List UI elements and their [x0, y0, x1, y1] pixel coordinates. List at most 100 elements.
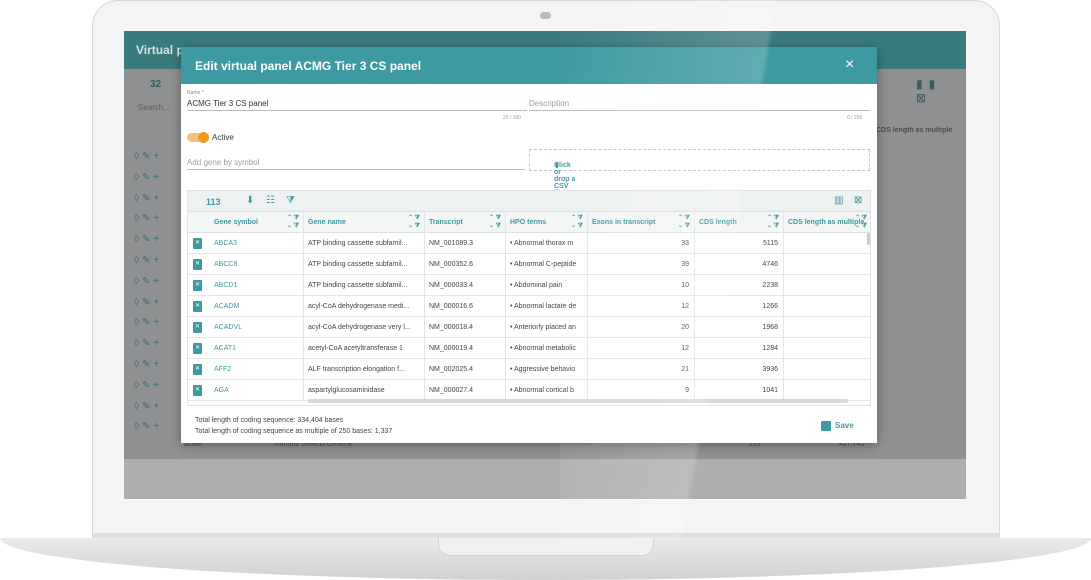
add-gene-input[interactable]: Add gene by symbol — [187, 158, 260, 167]
cell-cds-multiple — [784, 254, 870, 275]
save-button[interactable]: Save — [821, 421, 854, 431]
delete-icon[interactable]: ✕ — [193, 385, 202, 396]
active-toggle[interactable] — [187, 132, 209, 143]
table-row[interactable]: ✕ ABCC8 ATP binding cassette subfamil... NM… — [188, 254, 870, 275]
sort-filter-icon[interactable]: ⌃ ⧩ ⌄ ⧩ — [767, 214, 779, 230]
cell-hpo: • Abnormal cortical b — [506, 380, 588, 401]
column-header[interactable]: CDS length as multiple ⌃ ⧩ ⌄ ⧩ — [784, 212, 870, 233]
description-underline — [529, 110, 870, 111]
column-header-label: Transcript — [429, 219, 463, 226]
name-char-count: 20 / 100 — [503, 115, 522, 121]
filter-settings-icon[interactable]: ⧩ — [286, 195, 295, 206]
columns-view-icon[interactable]: ▥ — [834, 195, 843, 206]
name-field[interactable]: ACMG Tier 3 CS panel — [187, 99, 268, 108]
cell-cds: 5115 — [695, 233, 784, 254]
cell-symbol[interactable]: ABCA3 — [210, 233, 304, 254]
background-count: 32 — [150, 79, 162, 90]
delete-icon[interactable]: ✕ — [193, 364, 202, 375]
table-row[interactable]: ✕ ACADM acyl-CoA dehydrogenase medi... NM_0… — [188, 296, 870, 317]
sort-filter-icon[interactable]: ⌃ ⧩ ⌄ ⧩ — [408, 214, 420, 230]
cell-transcript-text: NM_002025.4 — [429, 366, 473, 373]
cell-cds-multiple — [784, 338, 870, 359]
cell-exons-text: 21 — [681, 366, 689, 373]
name-label: Name * — [187, 90, 204, 96]
cell-symbol-text: ABCC8 — [214, 261, 238, 268]
delete-icon[interactable]: ✕ — [193, 322, 202, 333]
download-icon[interactable]: ⬇ — [246, 195, 254, 206]
cell-symbol[interactable]: ACADM — [210, 296, 304, 317]
toggle-knob — [198, 132, 209, 143]
delete-icon[interactable]: ✕ — [193, 343, 202, 354]
column-header[interactable]: Exons in transcript ⌃ ⧩ ⌄ ⧩ — [588, 212, 695, 233]
cell-cds-text: 2238 — [762, 282, 778, 289]
column-header-label: Gene symbol — [214, 219, 258, 226]
cell-exons-text: 20 — [681, 324, 689, 331]
cell-exons: 20 — [588, 317, 695, 338]
column-header-label: Exons in transcript — [592, 219, 656, 226]
column-settings-icon[interactable]: ☷ — [266, 195, 275, 206]
laptop-mockup: Virtual p 32 Search... ▮▮ ⊠ CDS length a… — [0, 0, 1091, 580]
vertical-scrollbar[interactable] — [867, 233, 870, 245]
delete-icon[interactable]: ✕ — [193, 238, 202, 249]
column-header[interactable]: Gene name ⌃ ⧩ ⌄ ⧩ — [304, 212, 425, 233]
cell-exons-text: 10 — [681, 282, 689, 289]
cell-hpo-text: • Anteriorly placed an — [510, 324, 576, 331]
background-view-icons: ▮▮ ⊠ — [916, 77, 942, 105]
cell-cds-multiple — [784, 296, 870, 317]
cell-transcript: NM_000027.4 — [425, 380, 506, 401]
cell-cds: 1284 — [695, 338, 784, 359]
cell-symbol[interactable]: ACAT1 — [210, 338, 304, 359]
cell-hpo-text: • Abnormal thorax m — [510, 240, 574, 247]
column-header[interactable]: Transcript ⌃ ⧩ ⌄ ⧩ — [425, 212, 506, 233]
column-header[interactable]: CDS length ⌃ ⧩ ⌄ ⧩ — [695, 212, 784, 233]
description-field[interactable]: Description — [529, 99, 569, 108]
cell-symbol-text: ABCA3 — [214, 240, 237, 247]
grid-toolbar: 113 ⬇ ☷ ⧩ ▥ ⊠ — [188, 191, 870, 212]
table-row[interactable]: ✕ ACAT1 acetyl-CoA acetyltransferase 1 NM_0… — [188, 338, 870, 359]
fullscreen-icon[interactable]: ⊠ — [854, 195, 862, 206]
table-row[interactable]: ✕ ACADVL acyl-CoA dehydrogenase very l... N… — [188, 317, 870, 338]
cell-symbol-text: AGA — [214, 387, 229, 394]
table-row[interactable]: ✕ AFF2 ALF transcription elongation f... NM… — [188, 359, 870, 380]
cell-cds-text: 4746 — [762, 261, 778, 268]
delete-icon[interactable]: ✕ — [193, 280, 202, 291]
cell-symbol[interactable]: ACADVL — [210, 317, 304, 338]
cell-exons: 12 — [588, 296, 695, 317]
cell-name-text: ATP binding cassette subfamil... — [308, 240, 408, 247]
cell-cds-text: 1284 — [762, 345, 778, 352]
cell-name: acetyl-CoA acetyltransferase 1 — [304, 338, 425, 359]
cell-symbol[interactable]: AFF2 — [210, 359, 304, 380]
cell-cds: 1041 — [695, 380, 784, 401]
cell-transcript: NM_002025.4 — [425, 359, 506, 380]
cell-cds-text: 1266 — [762, 303, 778, 310]
column-header[interactable]: HPO terms ⌃ ⧩ ⌄ ⧩ — [506, 212, 588, 233]
table-row[interactable]: ✕ ABCD1 ATP binding cassette subfamil... NM… — [188, 275, 870, 296]
sort-filter-icon[interactable]: ⌃ ⧩ ⌄ ⧩ — [855, 214, 867, 230]
sort-filter-icon[interactable]: ⌃ ⧩ ⌄ ⧩ — [287, 214, 299, 230]
cell-symbol[interactable]: AGA — [210, 380, 304, 401]
close-icon[interactable]: × — [845, 56, 854, 74]
cell-exons-text: 33 — [681, 240, 689, 247]
cell-name-text: acyl-CoA dehydrogenase medi... — [308, 303, 410, 310]
sort-filter-icon[interactable]: ⌃ ⧩ ⌄ ⧩ — [489, 214, 501, 230]
delete-icon[interactable]: ✕ — [193, 259, 202, 270]
add-gene-underline — [187, 169, 525, 170]
cell-hpo: • Aggressive behavio — [506, 359, 588, 380]
cell-cds: 1968 — [695, 317, 784, 338]
sort-filter-icon[interactable]: ⌃ ⧩ ⌄ ⧩ — [571, 214, 583, 230]
cell-name: ATP binding cassette subfamil... — [304, 233, 425, 254]
delete-icon[interactable]: ✕ — [193, 301, 202, 312]
cell-symbol[interactable]: ABCC8 — [210, 254, 304, 275]
table-row[interactable]: ✕ ABCA3 ATP binding cassette subfamil... NM… — [188, 233, 870, 254]
cell-cds: 2238 — [695, 275, 784, 296]
column-header[interactable]: Gene symbol ⌃ ⧩ ⌄ ⧩ — [210, 212, 304, 233]
sort-filter-icon[interactable]: ⌃ ⧩ ⌄ ⧩ — [678, 214, 690, 230]
cell-cds-multiple — [784, 380, 870, 401]
csv-drop-zone[interactable]: ⬆ Click or drop a CSV file with gene nam… — [529, 149, 870, 218]
cell-name: ATP binding cassette subfamil... — [304, 275, 425, 296]
horizontal-scrollbar[interactable] — [308, 399, 848, 403]
cell-symbol[interactable]: ABCD1 — [210, 275, 304, 296]
table-row[interactable]: ✕ AGA aspartylglucosaminidase NM_000027.4 • … — [188, 380, 870, 401]
cell-transcript-text: NM_000019.4 — [429, 345, 473, 352]
cell-hpo-text: • Abnormal lactate de — [510, 303, 577, 310]
